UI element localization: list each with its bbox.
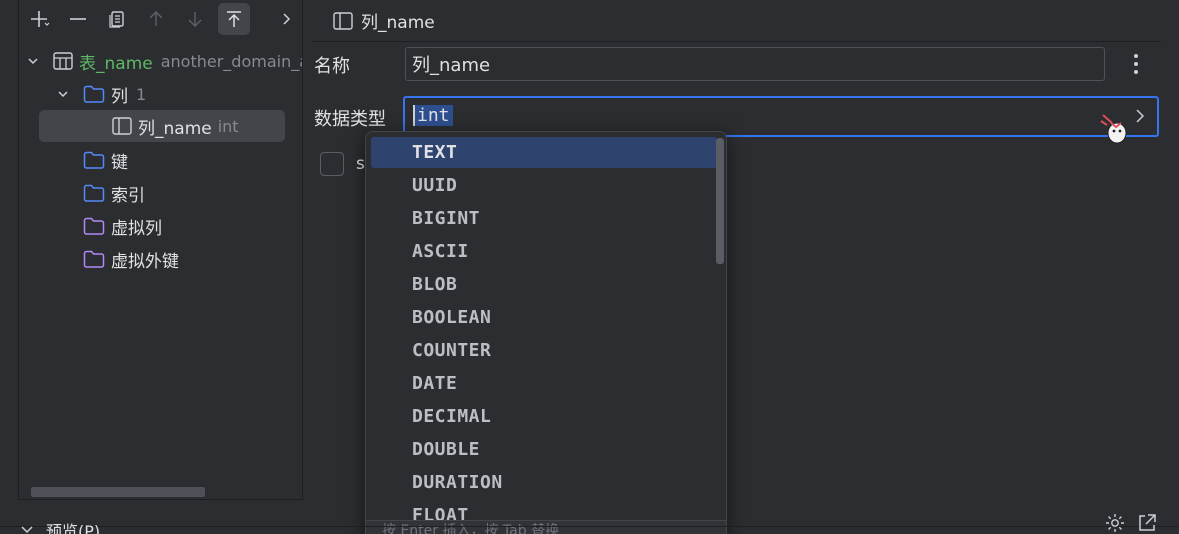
folder-icon: [83, 217, 105, 235]
virtual-fk-folder-label: 虚拟外键: [111, 251, 179, 272]
move-up-icon: [149, 11, 163, 26]
name-label: 名称: [314, 56, 350, 77]
dropdown-option[interactable]: UUID: [371, 170, 717, 201]
kebab-icon: [1134, 54, 1138, 74]
tree-node-virtual-columns[interactable]: 虚拟列: [83, 211, 162, 241]
column-icon: [333, 11, 353, 30]
column-icon: [112, 117, 132, 135]
horizontal-scrollbar[interactable]: [31, 487, 205, 497]
dropdown-option[interactable]: DOUBLE: [371, 434, 717, 465]
keys-folder-label: 键: [111, 152, 128, 173]
mascot-icon: [1097, 111, 1131, 151]
popup-hint: 按 Enter 插入，按 Tab 替换: [366, 520, 726, 534]
add-button[interactable]: [23, 3, 55, 35]
move-to-top-icon: [227, 11, 241, 27]
bottom-divider: [0, 526, 1179, 527]
editor-title: 列_name: [361, 13, 435, 33]
settings-button[interactable]: [1104, 512, 1126, 534]
tree-node-virtual-foreign-keys[interactable]: 虚拟外键: [83, 244, 179, 274]
move-up-button[interactable]: [140, 3, 172, 35]
tree-node-keys[interactable]: 键: [83, 145, 128, 175]
checkbox-label: s: [356, 154, 365, 174]
tree-node-indexes[interactable]: 索引: [83, 178, 145, 208]
tree-node-columns[interactable]: 列 1: [53, 79, 146, 109]
name-input[interactable]: 列_name: [405, 47, 1105, 81]
dropdown-option[interactable]: COUNTER: [371, 335, 717, 366]
more-options-button[interactable]: [1126, 50, 1146, 78]
tree-node-table[interactable]: 表_name another_domain_a: [23, 46, 303, 76]
tree-node-column[interactable]: 列_name int: [39, 110, 285, 142]
column-type: int: [217, 116, 239, 136]
remove-button[interactable]: [62, 3, 94, 35]
more-toolbar-button[interactable]: [271, 3, 302, 35]
gear-icon: [1106, 514, 1124, 532]
dropdown-option[interactable]: TEXT: [371, 137, 717, 168]
add-icon: [31, 11, 50, 27]
folder-icon: [83, 184, 105, 202]
move-to-top-button[interactable]: [218, 3, 250, 35]
move-down-icon: [188, 12, 202, 27]
indexes-folder-label: 索引: [111, 185, 145, 206]
copy-button[interactable]: [101, 3, 133, 35]
external-link-icon: [1139, 514, 1156, 531]
preview-label: 预览(P): [46, 522, 101, 534]
dropdown-option[interactable]: ASCII: [371, 236, 717, 267]
structure-tree-panel: 表_name another_domain_a 列 1 列_name int 键…: [18, 0, 303, 500]
editor-header: 列_name: [313, 0, 1161, 42]
chevron-down-icon[interactable]: [23, 55, 43, 67]
chevron-down-icon: [21, 526, 33, 534]
tree-toolbar: [19, 0, 302, 38]
copy-icon: [109, 11, 124, 28]
table-name: 表_name: [79, 53, 153, 74]
column-name: 列_name: [138, 118, 212, 139]
columns-count: 1: [136, 84, 147, 104]
chevron-right-icon: [283, 13, 291, 25]
data-type-completion-popup: TEXT UUID BIGINT ASCII BLOB BOOLEAN COUN…: [365, 131, 727, 534]
chevron-right-icon[interactable]: [1133, 107, 1147, 129]
table-icon: [53, 52, 73, 70]
chevron-down-icon[interactable]: [53, 88, 73, 100]
popup-scrollbar[interactable]: [716, 138, 724, 264]
dropdown-option[interactable]: BLOB: [371, 269, 717, 300]
preview-toggle[interactable]: 预览(P): [20, 518, 100, 534]
dropdown-option[interactable]: DATE: [371, 368, 717, 399]
virtual-columns-folder-label: 虚拟列: [111, 218, 162, 239]
data-type-label: 数据类型: [314, 109, 386, 130]
folder-icon: [83, 85, 105, 103]
open-external-button[interactable]: [1136, 512, 1158, 534]
dropdown-option[interactable]: BIGINT: [371, 203, 717, 234]
data-type-value: int: [413, 105, 453, 126]
dropdown-option[interactable]: BOOLEAN: [371, 302, 717, 333]
dropdown-option[interactable]: DECIMAL: [371, 401, 717, 432]
table-extra: another_domain_a: [160, 51, 303, 71]
move-down-button[interactable]: [179, 3, 211, 35]
name-input-value: 列_name: [412, 55, 491, 76]
folder-icon: [83, 151, 105, 169]
remove-icon: [70, 18, 86, 20]
folder-icon: [83, 250, 105, 268]
option-checkbox[interactable]: [320, 152, 344, 176]
columns-folder-label: 列: [111, 86, 128, 107]
dropdown-option[interactable]: DURATION: [371, 467, 717, 498]
